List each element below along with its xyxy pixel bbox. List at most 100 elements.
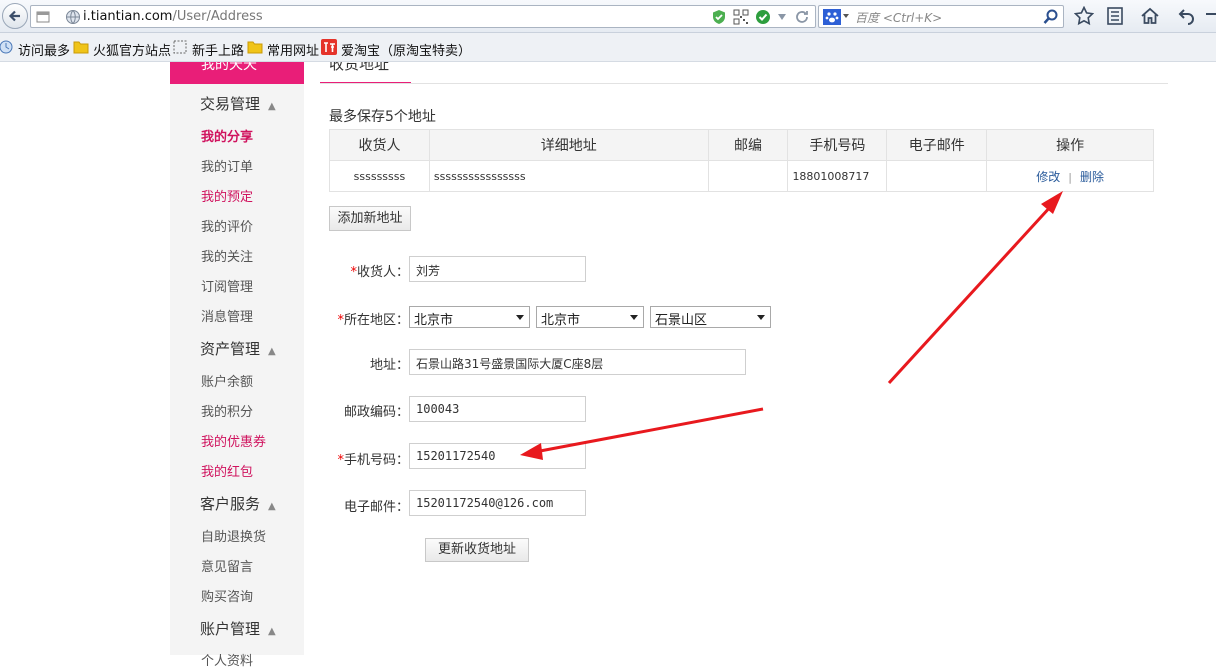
- sidebar-item-my-orders[interactable]: 我的订单: [201, 156, 253, 175]
- address-label: 地址：: [369, 358, 409, 373]
- page-icon: [36, 11, 50, 23]
- cell-zip: [707, 160, 789, 192]
- qr-code-icon[interactable]: [733, 9, 749, 25]
- add-address-button[interactable]: 添加新地址: [329, 206, 411, 231]
- column-header-actions: 操作: [986, 129, 1154, 161]
- sidebar-item-my-reservations[interactable]: 我的预定: [201, 186, 253, 205]
- region-label-text: 所在地区：: [343, 313, 409, 328]
- cell-phone: 18801008717: [787, 160, 888, 192]
- title-divider: [320, 83, 1168, 84]
- check-circle-icon[interactable]: [755, 9, 771, 25]
- sidebar-item-coupons[interactable]: 我的优惠券: [201, 431, 266, 450]
- receiver-input[interactable]: 刘芳: [409, 256, 586, 282]
- column-header-phone: 手机号码: [787, 129, 888, 161]
- address-table: 收货人 详细地址 邮编 手机号码 电子邮件 操作 sssssssss sssss…: [329, 129, 1154, 192]
- chevron-up-icon: ▲: [268, 626, 276, 637]
- phone-input[interactable]: 15201172540: [409, 443, 586, 469]
- sidebar-top-item[interactable]: 我的天天: [170, 62, 304, 84]
- edit-address-link[interactable]: 修改: [1036, 170, 1060, 184]
- sidebar-item-messages[interactable]: 消息管理: [201, 306, 253, 325]
- shield-icon[interactable]: [711, 9, 727, 25]
- undo-icon[interactable]: [1176, 6, 1196, 26]
- browser-toolbar: i.tiantian.com/User/Address 百度 <Ctrl+K>: [0, 0, 1216, 33]
- city-select[interactable]: 北京市: [536, 306, 644, 328]
- address-limit-note: 最多保存5个地址: [329, 109, 436, 125]
- url-host: i.tiantian.com: [83, 9, 173, 24]
- bookmark-star-icon[interactable]: [1074, 6, 1094, 26]
- page-dashed-icon: [173, 40, 187, 54]
- sidebar-item-my-reviews[interactable]: 我的评价: [201, 216, 253, 235]
- sidebar-item-profile[interactable]: 个人资料: [201, 650, 253, 669]
- cell-receiver: sssssssss: [329, 160, 430, 192]
- email-input[interactable]: 15201172540@126.com: [409, 490, 586, 516]
- sidebar-group-title: 交易管理: [200, 95, 261, 113]
- column-header-zip: 邮编: [707, 129, 789, 161]
- back-button[interactable]: [2, 3, 28, 29]
- email-label: 电子邮件：: [343, 500, 409, 515]
- district-value: 石景山区: [655, 313, 708, 328]
- table-row: sssssssss ssssssssssssssss 18801008717 修…: [329, 160, 1154, 192]
- sidebar-group-assets[interactable]: 资产管理 ▲: [200, 338, 276, 359]
- zip-label: 邮政编码：: [343, 405, 409, 420]
- bookmark-ai-taobao[interactable]: 爱淘宝（原淘宝特卖）: [341, 40, 471, 59]
- delete-address-link[interactable]: 删除: [1080, 170, 1104, 184]
- search-bar[interactable]: 百度 <Ctrl+K>: [818, 5, 1064, 28]
- bookmark-firefox-site[interactable]: 火狐官方站点: [93, 40, 171, 59]
- phone-label: *手机号码：: [324, 449, 409, 468]
- url-bar[interactable]: i.tiantian.com/User/Address: [30, 5, 816, 28]
- cell-actions: 修改 | 删除: [986, 160, 1154, 192]
- chevron-down-icon: [757, 315, 765, 320]
- chevron-up-icon: ▲: [268, 101, 276, 112]
- baidu-paw-icon: [823, 9, 841, 25]
- sidebar-item-balance[interactable]: 账户余额: [201, 371, 253, 390]
- table-header-row: 收货人 详细地址 邮编 手机号码 电子邮件 操作: [329, 129, 1154, 161]
- sidebar-group-service[interactable]: 客户服务 ▲: [200, 493, 276, 514]
- bookmarks-list-icon[interactable]: [1105, 6, 1125, 26]
- bookmark-getting-started[interactable]: 新手上路: [192, 40, 244, 59]
- menu-overflow-icon[interactable]: [1204, 6, 1216, 26]
- search-engine-dropdown-icon[interactable]: [842, 12, 850, 20]
- sidebar-group-trade[interactable]: 交易管理 ▲: [200, 93, 276, 114]
- dropdown-triangle-icon[interactable]: [776, 11, 788, 23]
- account-sidebar: 我的天天 交易管理 ▲ 我的分享 我的订单 我的预定 我的评价 我的关注 订阅管理…: [170, 62, 304, 669]
- action-separator: |: [1068, 170, 1072, 184]
- back-arrow-icon: [8, 10, 20, 22]
- column-header-email: 电子邮件: [886, 129, 988, 161]
- column-header-address: 详细地址: [428, 129, 709, 161]
- sidebar-item-inquiries[interactable]: 购买咨询: [201, 586, 253, 605]
- sidebar-group-title: 资产管理: [200, 340, 261, 358]
- address-input[interactable]: 石景山路31号盛景国际大厦C座8层: [409, 349, 746, 375]
- sidebar-item-points[interactable]: 我的积分: [201, 401, 253, 420]
- district-select[interactable]: 石景山区: [650, 306, 771, 328]
- sidebar-item-returns[interactable]: 自助退换货: [201, 526, 266, 545]
- zip-input[interactable]: 100043: [409, 396, 586, 422]
- sidebar-item-feedback[interactable]: 意见留言: [201, 556, 253, 575]
- region-label: *所在地区：: [324, 309, 409, 328]
- globe-icon: [66, 10, 80, 24]
- taobao-icon: [321, 39, 337, 55]
- phone-label-text: 手机号码：: [343, 453, 409, 468]
- sidebar-item-my-follows[interactable]: 我的关注: [201, 246, 253, 265]
- sidebar-item-my-shares[interactable]: 我的分享: [201, 126, 253, 145]
- cell-address: ssssssssssssssss: [428, 160, 709, 192]
- most-visited-icon: [0, 40, 13, 54]
- update-address-button[interactable]: 更新收货地址: [425, 538, 529, 562]
- reload-icon[interactable]: [794, 9, 810, 25]
- bookmark-most-visited[interactable]: 访问最多: [18, 40, 70, 59]
- sidebar-group-account[interactable]: 账户管理 ▲: [200, 618, 276, 639]
- search-icon[interactable]: [1043, 9, 1059, 25]
- sidebar-item-subscriptions[interactable]: 订阅管理: [201, 276, 253, 295]
- city-value: 北京市: [541, 313, 581, 328]
- province-select[interactable]: 北京市: [409, 306, 530, 328]
- sidebar-group-title: 账户管理: [200, 620, 261, 638]
- home-icon[interactable]: [1140, 6, 1160, 26]
- chevron-up-icon: ▲: [268, 346, 276, 357]
- main-content: 收货地址 最多保存5个地址 收货人 详细地址 邮编 手机号码 电子邮件 操作 s…: [304, 62, 1216, 655]
- url-path: /User/Address: [172, 9, 263, 24]
- receiver-label: *收货人：: [334, 261, 409, 280]
- receiver-label-text: 收货人：: [356, 265, 409, 280]
- sidebar-top-label: 我的天天: [201, 62, 257, 73]
- search-placeholder: 百度 <Ctrl+K>: [855, 11, 943, 25]
- sidebar-item-red-packets[interactable]: 我的红包: [201, 461, 253, 480]
- bookmark-common-sites[interactable]: 常用网址: [267, 40, 319, 59]
